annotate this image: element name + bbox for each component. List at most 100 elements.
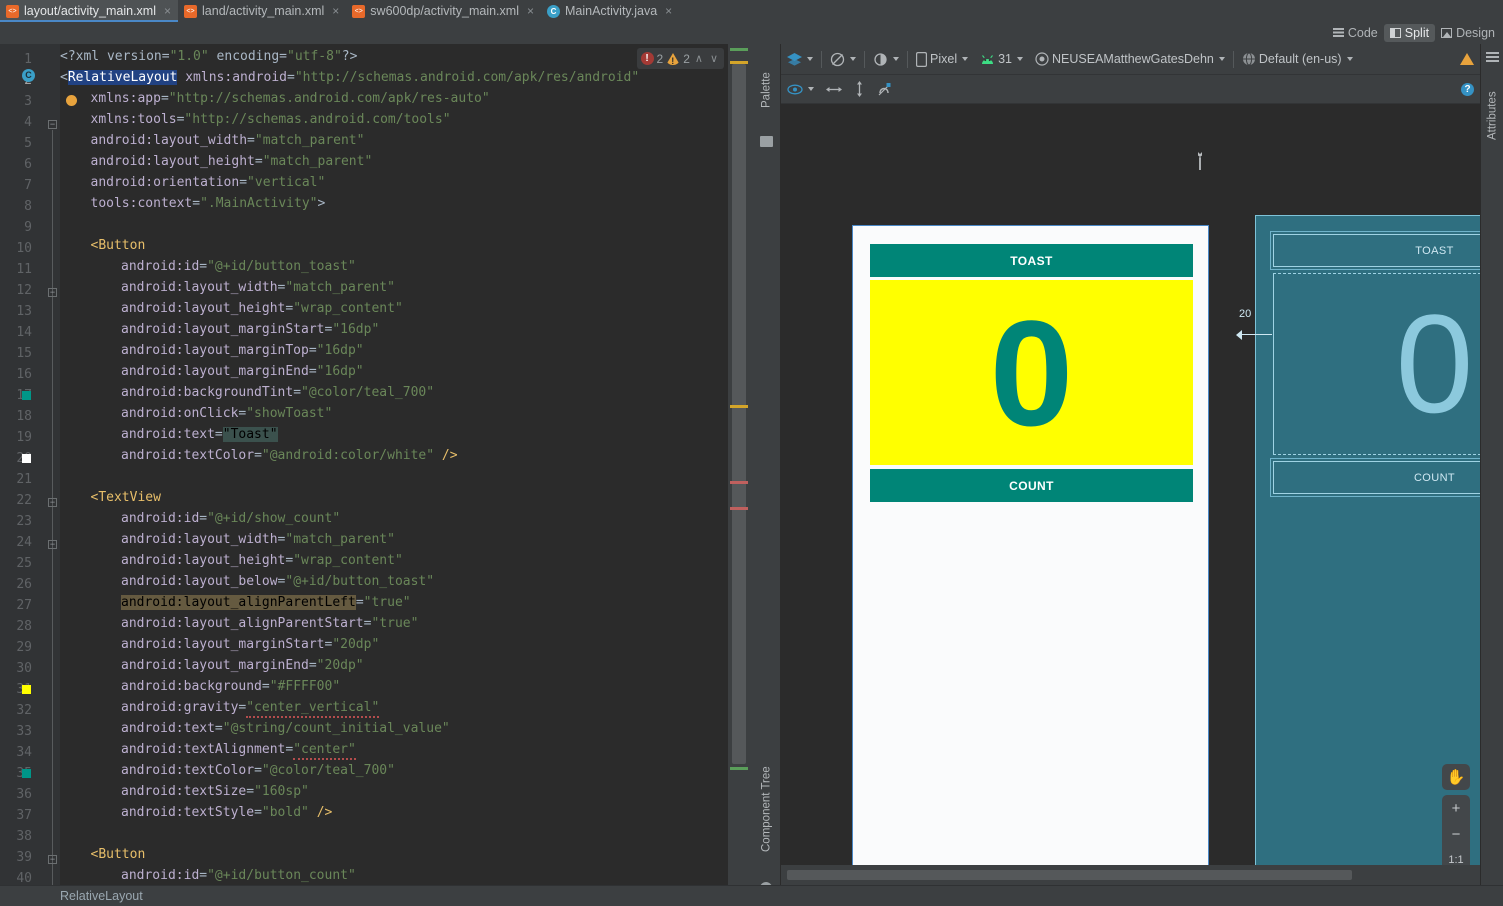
- code-line[interactable]: android:layout_marginTop="16dp": [121, 343, 364, 364]
- code-line[interactable]: xmlns:app="http://schemas.android.com/ap…: [91, 91, 490, 112]
- code-line[interactable]: android:layout_width="match_parent": [121, 532, 395, 553]
- mode-design-button[interactable]: Design: [1435, 24, 1501, 42]
- tab-mainactivity-java[interactable]: C MainActivity.java ×: [541, 0, 679, 22]
- stripe-mark-warning[interactable]: [730, 405, 748, 408]
- wrench-icon[interactable]: [1194, 152, 1206, 173]
- api-level-selector[interactable]: 31: [974, 44, 1029, 74]
- code-text-area[interactable]: <?xml version="1.0" encoding="utf-8"?> <R…: [60, 44, 728, 885]
- preview-count-text[interactable]: 0: [870, 280, 1193, 465]
- palette-tool-button[interactable]: Palette: [752, 52, 781, 128]
- blueprint-count-text[interactable]: 0: [1273, 273, 1480, 455]
- inspection-summary-widget[interactable]: ! 2 ! 2 ∧ ∨: [636, 48, 724, 69]
- blueprint-toast-button[interactable]: TOAST: [1270, 231, 1480, 270]
- code-line[interactable]: android:layout_height="wrap_content": [121, 553, 403, 574]
- stripe-mark-error[interactable]: [730, 481, 748, 484]
- gutter-color-marker[interactable]: [22, 769, 31, 778]
- pan-hand-icon[interactable]: ✋: [1442, 764, 1470, 790]
- scrollbar-thumb[interactable]: [732, 64, 746, 764]
- scrollbar-thumb[interactable]: [787, 870, 1352, 880]
- code-line[interactable]: android:layout_alignParentStart="true": [121, 616, 418, 637]
- code-line[interactable]: android:layout_below="@+id/button_toast": [121, 574, 434, 595]
- code-line[interactable]: android:id="@+id/show_count": [121, 511, 340, 532]
- mode-split-button[interactable]: Split: [1383, 24, 1436, 42]
- code-line[interactable]: android:text="Toast": [121, 427, 278, 448]
- close-icon[interactable]: ×: [332, 4, 339, 18]
- intention-bulb-icon[interactable]: [66, 95, 77, 106]
- actual-size-button[interactable]: 1:1: [1442, 847, 1470, 865]
- design-help-button[interactable]: ?: [1455, 75, 1480, 103]
- close-icon[interactable]: ×: [164, 4, 171, 18]
- attributes-tool-button[interactable]: Attributes: [1478, 70, 1503, 162]
- code-line[interactable]: android:layout_marginEnd="16dp": [121, 364, 364, 385]
- code-line[interactable]: android:id="@+id/button_toast": [121, 259, 356, 280]
- class-marker-icon[interactable]: C: [22, 69, 35, 82]
- gutter-color-marker[interactable]: [22, 454, 31, 463]
- autoconnect-button[interactable]: [871, 75, 898, 103]
- stripe-mark-error[interactable]: [730, 507, 748, 510]
- prev-problem-icon[interactable]: ∧: [693, 52, 705, 65]
- code-line[interactable]: <Button: [91, 238, 146, 259]
- code-line[interactable]: <TextView: [91, 490, 161, 511]
- code-line[interactable]: android:textAlignment="center": [121, 742, 356, 763]
- code-line[interactable]: tools:context=".MainActivity">: [91, 196, 326, 217]
- fold-toggle-icon[interactable]: −: [48, 498, 57, 507]
- stripe-mark-info[interactable]: [730, 767, 748, 770]
- code-line[interactable]: android:orientation="vertical": [91, 175, 326, 196]
- preview-count-button[interactable]: COUNT: [870, 469, 1193, 502]
- code-line[interactable]: android:layout_marginStart="16dp": [121, 322, 379, 343]
- component-tree-tool-button[interactable]: Component Tree: [752, 744, 781, 874]
- canvas-horizontal-scrollbar[interactable]: [781, 865, 1480, 885]
- code-line[interactable]: android:text="@string/count_initial_valu…: [121, 721, 450, 742]
- code-line[interactable]: xmlns:tools="http://schemas.android.com/…: [91, 112, 451, 133]
- code-line[interactable]: <Button: [91, 847, 146, 868]
- code-line[interactable]: android:onClick="showToast": [121, 406, 332, 427]
- theme-mode-button[interactable]: [867, 44, 905, 74]
- close-icon[interactable]: ×: [665, 4, 672, 18]
- blueprint-count-button[interactable]: COUNT: [1270, 458, 1480, 497]
- mode-code-button[interactable]: Code: [1327, 24, 1384, 42]
- code-line[interactable]: android:textStyle="bold" />: [121, 805, 332, 826]
- gutter-color-marker[interactable]: [22, 391, 31, 400]
- tab-layout-activity-main[interactable]: <> layout/activity_main.xml ×: [0, 0, 179, 22]
- code-line[interactable]: android:layout_alignParentLeft="true": [121, 595, 411, 616]
- code-line[interactable]: <RelativeLayout xmlns:android="http://sc…: [60, 70, 639, 91]
- code-line[interactable]: android:layout_height="match_parent": [91, 154, 373, 175]
- design-surface-button[interactable]: [781, 44, 819, 74]
- code-line[interactable]: android:textSize="160sp": [121, 784, 309, 805]
- theme-selector[interactable]: NEUSEAMatthewGatesDehn: [1029, 44, 1231, 74]
- fold-toggle-icon[interactable]: −: [48, 855, 57, 864]
- fold-toggle-icon[interactable]: −: [48, 288, 57, 297]
- error-stripe-scrollbar[interactable]: [728, 44, 752, 885]
- orientation-button[interactable]: [824, 44, 862, 74]
- design-warning-button[interactable]: [1454, 44, 1480, 74]
- design-canvas[interactable]: TOAST 0 COUNT TOAST 0 COUNT 20 ✋ + − 1:1: [781, 104, 1480, 865]
- stripe-mark-warning[interactable]: [730, 61, 748, 64]
- code-line[interactable]: android:layout_width="match_parent": [91, 133, 365, 154]
- vertical-guideline-button[interactable]: [848, 75, 871, 103]
- xml-code-editor[interactable]: 1234567891011121314151617181920212223242…: [0, 44, 752, 885]
- fold-toggle-icon[interactable]: −: [48, 120, 57, 129]
- breadcrumb[interactable]: RelativeLayout: [0, 889, 143, 903]
- next-problem-icon[interactable]: ∨: [708, 52, 720, 65]
- code-line[interactable]: android:backgroundTint="@color/teal_700": [121, 385, 434, 406]
- horizontal-guideline-button[interactable]: [820, 75, 848, 103]
- view-options-button[interactable]: [781, 75, 820, 103]
- device-preview-pixel[interactable]: TOAST 0 COUNT: [852, 225, 1209, 865]
- code-line[interactable]: android:layout_marginStart="20dp": [121, 637, 379, 658]
- code-line[interactable]: android:id="@+id/button_count": [121, 868, 356, 885]
- tab-sw600dp-activity-main[interactable]: <> sw600dp/activity_main.xml ×: [346, 0, 541, 22]
- code-line[interactable]: android:layout_height="wrap_content": [121, 301, 403, 322]
- close-icon[interactable]: ×: [527, 4, 534, 18]
- code-line[interactable]: <?xml version="1.0" encoding="utf-8"?>: [60, 49, 357, 70]
- device-selector[interactable]: Pixel: [910, 44, 974, 74]
- code-line[interactable]: android:layout_width="match_parent": [121, 280, 395, 301]
- tab-land-activity-main[interactable]: <> land/activity_main.xml ×: [178, 0, 346, 22]
- code-line[interactable]: android:textColor="@android:color/white"…: [121, 448, 458, 469]
- gutter-color-marker[interactable]: [22, 685, 31, 694]
- stripe-mark-info[interactable]: [730, 48, 748, 51]
- locale-selector[interactable]: Default (en-us): [1236, 44, 1359, 74]
- code-line[interactable]: android:gravity="center_vertical": [121, 700, 380, 721]
- code-line[interactable]: android:background="#FFFF00": [121, 679, 340, 700]
- zoom-out-button[interactable]: −: [1442, 821, 1470, 847]
- zoom-in-button[interactable]: +: [1442, 795, 1470, 821]
